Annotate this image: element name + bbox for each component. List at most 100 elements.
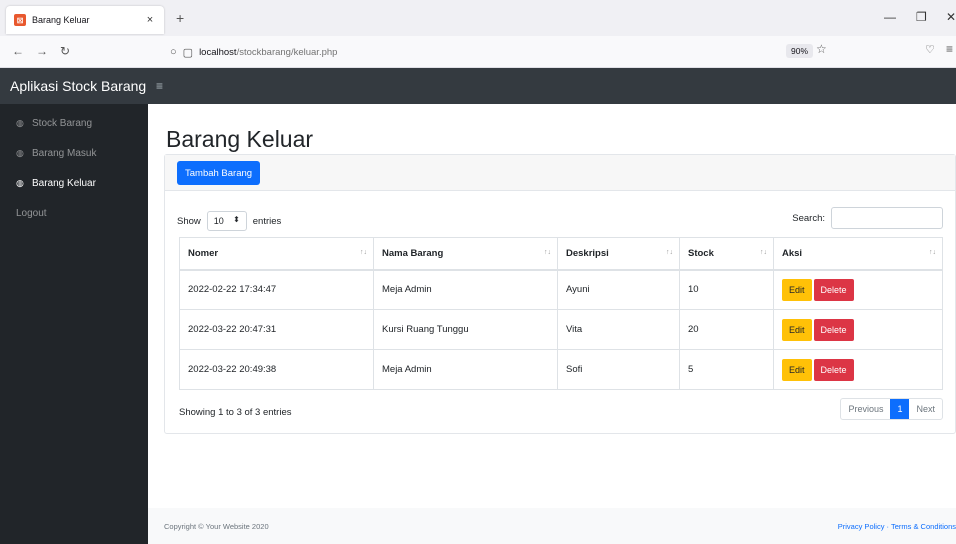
forward-icon[interactable]: → xyxy=(36,44,48,58)
previous-page-button[interactable]: Previous xyxy=(841,399,890,419)
sidebar-item-logout[interactable]: Logout xyxy=(0,198,148,228)
sidebar: ◍ Stock Barang ◍ Barang Masuk ◍ Barang K… xyxy=(0,104,148,544)
pagination: Previous 1 Next xyxy=(840,398,943,420)
sidebar-item-label: Stock Barang xyxy=(32,117,93,129)
datatable-controls: Show 10 ⬍ entries Search: xyxy=(177,207,943,231)
new-tab-icon[interactable]: + xyxy=(176,10,184,26)
page-title: Barang Keluar xyxy=(166,126,314,152)
bookmark-star-icon[interactable]: ☆ xyxy=(816,42,827,56)
url-path: /stockbarang/keluar.php xyxy=(236,46,338,58)
sort-icon: ↑↓ xyxy=(360,249,367,256)
table-row: 2022-02-22 17:34:47 Meja Admin Ayuni 10 … xyxy=(179,269,943,310)
search-label: Search: xyxy=(792,212,825,224)
column-header-stock[interactable]: Stock ↑↓ xyxy=(679,237,774,271)
app-brand[interactable]: Aplikasi Stock Barang xyxy=(0,78,148,94)
card-header: Tambah Barang xyxy=(165,155,955,191)
hamburger-menu-icon[interactable]: ≡ xyxy=(946,42,953,56)
column-label: Aksi xyxy=(782,247,803,259)
main-content: Barang Keluar Tambah Barang Show 10 ⬍ en… xyxy=(148,104,956,508)
sidebar-item-stock-barang[interactable]: ◍ Stock Barang xyxy=(0,108,148,138)
zoom-level[interactable]: 90% xyxy=(786,44,814,58)
tachometer-icon: ◍ xyxy=(16,147,24,158)
edit-button[interactable]: Edit xyxy=(782,318,812,341)
page-1-button[interactable]: 1 xyxy=(890,399,910,419)
maximize-icon[interactable]: ❐ xyxy=(916,10,927,24)
table-row: 2022-03-22 20:49:38 Meja Admin Sofi 5 Ed… xyxy=(179,349,943,390)
column-label: Nama Barang xyxy=(382,247,444,259)
sidebar-item-label: Logout xyxy=(16,207,47,219)
tachometer-icon: ◍ xyxy=(16,117,24,128)
cell-aksi: Edit Delete xyxy=(773,349,943,390)
edit-button[interactable]: Edit xyxy=(782,278,812,301)
browser-tab[interactable]: ⊠ Barang Keluar × xyxy=(6,6,164,34)
column-label: Stock xyxy=(688,247,714,259)
cell-aksi: Edit Delete xyxy=(773,309,943,350)
close-window-icon[interactable]: ✕ xyxy=(946,10,956,24)
table-row: 2022-03-22 20:47:31 Kursi Ruang Tunggu V… xyxy=(179,309,943,350)
sidebar-toggle-icon[interactable]: ≡ xyxy=(156,79,163,93)
url-host: localhost xyxy=(199,46,237,58)
reload-icon[interactable]: ↻ xyxy=(60,44,70,58)
cell-nama-barang: Meja Admin xyxy=(373,349,558,390)
sort-icon: ↑↓ xyxy=(666,249,673,256)
close-tab-icon[interactable]: × xyxy=(144,14,156,26)
content-card: Tambah Barang Show 10 ⬍ entries Search: … xyxy=(164,154,956,434)
cell-deskripsi: Vita xyxy=(557,309,680,350)
sidebar-item-barang-masuk[interactable]: ◍ Barang Masuk xyxy=(0,138,148,168)
add-item-button[interactable]: Tambah Barang xyxy=(177,161,261,185)
delete-button[interactable]: Delete xyxy=(813,358,854,381)
column-label: Nomer xyxy=(188,247,219,259)
cell-nomer: 2022-02-22 17:34:47 xyxy=(179,269,374,310)
footer-links[interactable]: Privacy Policy · Terms & Conditions xyxy=(838,522,956,531)
table-info: Showing 1 to 3 of 3 entries xyxy=(179,407,292,418)
column-header-nama-barang[interactable]: Nama Barang ↑↓ xyxy=(373,237,558,271)
entries-label: entries xyxy=(252,215,282,227)
select-caret-icon: ⬍ xyxy=(233,215,240,224)
tab-title: Barang Keluar xyxy=(32,15,90,25)
column-label: Deskripsi xyxy=(566,247,609,259)
cell-stock: 10 xyxy=(679,269,774,310)
entries-select[interactable]: 10 ⬍ xyxy=(206,211,247,231)
cell-stock: 5 xyxy=(679,349,774,390)
column-header-nomer[interactable]: Nomer ↑↓ xyxy=(179,237,374,271)
app-topnav: Aplikasi Stock Barang ≡ xyxy=(0,68,956,104)
page-icon: ▢ xyxy=(182,46,194,59)
copyright-text: Copyright © Your Website 2020 xyxy=(164,521,269,531)
sort-icon: ↑↓ xyxy=(544,249,551,256)
search-input[interactable] xyxy=(831,207,943,229)
browser-navbar: ← → ↻ ○ ▢ localhost /stockbarang/keluar.… xyxy=(0,36,956,68)
edit-button[interactable]: Edit xyxy=(782,358,812,381)
xampp-icon: ⊠ xyxy=(14,14,26,26)
back-icon[interactable]: ← xyxy=(12,44,24,58)
sidebar-item-label: Barang Keluar xyxy=(32,177,96,189)
data-table: Nomer ↑↓ Nama Barang ↑↓ Deskripsi ↑↓ Stock ↑… xyxy=(179,237,943,390)
cell-deskripsi: Sofi xyxy=(557,349,680,390)
cell-stock: 20 xyxy=(679,309,774,350)
delete-button[interactable]: Delete xyxy=(813,278,854,301)
cell-deskripsi: Ayuni xyxy=(557,269,680,310)
sort-icon: ↑↓ xyxy=(929,249,936,256)
footer: Copyright © Your Website 2020 Privacy Po… xyxy=(148,508,956,544)
entries-length: Show 10 ⬍ entries xyxy=(177,211,281,231)
cell-nama-barang: Meja Admin xyxy=(373,269,558,310)
tachometer-icon: ◍ xyxy=(16,177,24,188)
delete-button[interactable]: Delete xyxy=(813,318,854,341)
browser-tabbar: ⊠ Barang Keluar × + — ❐ ✕ xyxy=(0,0,956,36)
column-header-aksi[interactable]: Aksi ↑↓ xyxy=(773,237,943,271)
shield-icon: ○ xyxy=(170,46,177,58)
column-header-deskripsi[interactable]: Deskripsi ↑↓ xyxy=(557,237,680,271)
next-page-button[interactable]: Next xyxy=(909,399,942,419)
cell-nama-barang: Kursi Ruang Tunggu xyxy=(373,309,558,350)
table-header-row: Nomer ↑↓ Nama Barang ↑↓ Deskripsi ↑↓ Stock ↑… xyxy=(179,237,943,271)
search-box: Search: xyxy=(792,207,943,229)
cell-nomer: 2022-03-22 20:47:31 xyxy=(179,309,374,350)
sidebar-item-label: Barang Masuk xyxy=(32,147,97,159)
sidebar-item-barang-keluar[interactable]: ◍ Barang Keluar xyxy=(0,168,148,198)
cell-aksi: Edit Delete xyxy=(773,269,943,310)
sort-icon: ↑↓ xyxy=(760,249,767,256)
minimize-icon[interactable]: — xyxy=(884,10,896,24)
show-label: Show xyxy=(177,215,201,227)
entries-value: 10 xyxy=(213,216,224,226)
pocket-icon[interactable]: ♡ xyxy=(925,43,935,56)
url-bar[interactable]: ○ ▢ localhost /stockbarang/keluar.php xyxy=(170,40,780,64)
